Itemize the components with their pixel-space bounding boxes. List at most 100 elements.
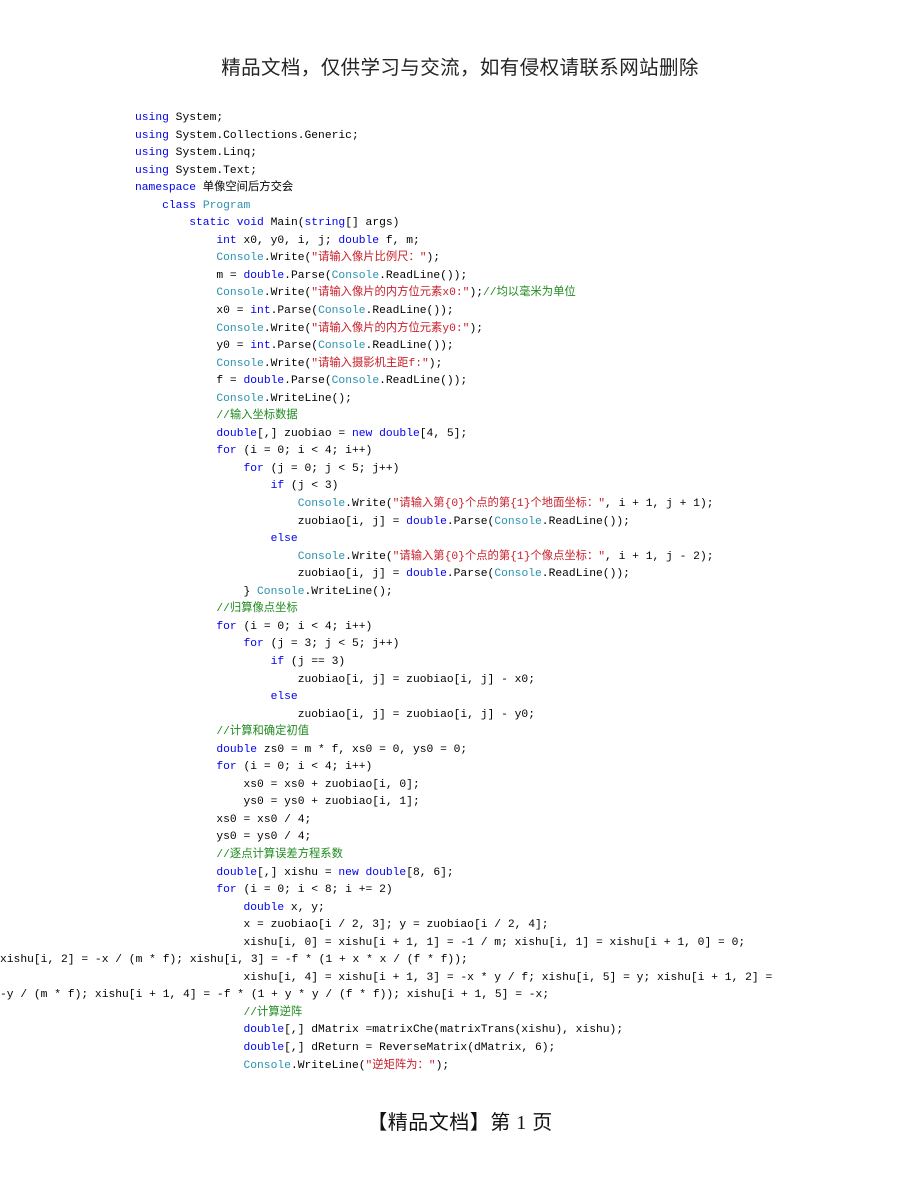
code-token-txt: .WriteLine(	[290, 1059, 366, 1072]
code-token-kw: double	[406, 568, 447, 581]
code-token-txt: .Write(	[263, 357, 312, 370]
code-line: for (i = 0; i < 4; i++)	[0, 759, 920, 777]
code-token-kw: double	[243, 1024, 285, 1037]
code-token-str: "请输入像片的内方位元素y0:"	[311, 322, 470, 335]
code-token-txt: .Parse(	[284, 375, 332, 388]
code-line: ys0 = ys0 + zuobiao[i, 1];	[0, 794, 920, 812]
code-token-kw: class	[162, 199, 197, 212]
code-token-txt: (j = 3; j < 5; j++)	[263, 638, 400, 651]
code-line: double[,] zuobiao = new double[4, 5];	[0, 426, 920, 444]
code-line: using System.Collections.Generic;	[0, 128, 920, 146]
code-token-txt: .Parse(	[284, 269, 332, 282]
code-line: //计算逆阵	[0, 1005, 920, 1023]
code-token-txt: System.Text;	[168, 164, 258, 177]
code-line: class Program	[0, 198, 920, 216]
code-token-type: Console	[216, 287, 264, 300]
code-token-txt: , i + 1, j - 2);	[605, 550, 714, 563]
code-token-cmt: //归算像点坐标	[216, 603, 298, 616]
code-line: Console.Write("请输入像片的内方位元素x0:");//均以毫米为单…	[0, 285, 920, 303]
code-token-kw: void	[236, 217, 264, 230]
code-token-txt: [,] dMatrix =matrixChe(matrixTrans(xishu…	[284, 1024, 624, 1037]
code-line: //输入坐标数据	[0, 408, 920, 426]
code-token-type: Console	[243, 1059, 291, 1072]
code-line: using System;	[0, 110, 920, 128]
code-token-txt: zuobiao[i, j] =	[297, 515, 407, 528]
code-token-txt: System.Linq;	[168, 147, 258, 160]
code-token-txt: .ReadLine());	[541, 568, 630, 581]
code-token-txt: y0 =	[216, 340, 251, 353]
code-token-kw: else	[270, 691, 298, 704]
code-token-txt: xishu[i, 0] = xishu[i + 1, 1] = -1 / m; …	[243, 936, 746, 949]
code-token-txt: xishu[i, 4] = xishu[i + 1, 3] = -x * y /…	[243, 971, 773, 984]
code-token-txt: x, y;	[284, 901, 325, 914]
code-token-txt: .Parse(	[270, 340, 319, 353]
code-token-txt: [] args)	[345, 217, 400, 230]
code-token-txt: xs0 = xs0 + zuobiao[i, 0];	[243, 778, 420, 791]
code-token-txt: (j < 3)	[284, 480, 339, 493]
code-line: int x0, y0, i, j; double f, m;	[0, 233, 920, 251]
code-line: using System.Linq;	[0, 145, 920, 163]
code-token-txt: zs0 = m * f, xs0 = 0, ys0 = 0;	[257, 743, 468, 756]
document-page: 精品文档，仅供学习与交流，如有侵权请联系网站删除 using System; us…	[0, 0, 920, 1191]
code-line: if (j == 3)	[0, 654, 920, 672]
code-token-txt: xs0 = xs0 / 4;	[216, 813, 312, 826]
page-footer: 【精品文档】第 1 页	[367, 1112, 553, 1134]
code-token-kw: for	[243, 462, 264, 475]
code-listing: using System; using System.Collections.Ge…	[0, 110, 920, 1075]
code-token-type: Console	[318, 305, 366, 318]
code-token-txt: zuobiao[i, j] = zuobiao[i, j] - x0;	[297, 673, 535, 686]
code-line: for (i = 0; i < 4; i++)	[0, 443, 920, 461]
code-token-kw: using	[135, 112, 169, 124]
code-token-txt: x0, y0, i, j;	[236, 234, 339, 247]
code-line: xishu[i, 0] = xishu[i + 1, 1] = -1 / m; …	[0, 935, 920, 953]
code-token-txt: (j = 0; j < 5; j++)	[263, 462, 400, 475]
code-line: zuobiao[i, j] = double.Parse(Console.Rea…	[0, 514, 920, 532]
code-token-txt: .ReadLine());	[379, 269, 468, 282]
code-line: Console.Write("请输入第{0}个点的第{1}个像点坐标：", i …	[0, 549, 920, 567]
code-line: double[,] xishu = new double[8, 6];	[0, 865, 920, 883]
code-line: //归算像点坐标	[0, 601, 920, 619]
code-token-txt: .Write(	[263, 287, 312, 300]
code-line: if (j < 3)	[0, 478, 920, 496]
code-line: x = zuobiao[i / 2, 3]; y = zuobiao[i / 2…	[0, 917, 920, 935]
code-line: for (i = 0; i < 4; i++)	[0, 619, 920, 637]
code-token-txt: .WriteLine();	[304, 585, 393, 598]
code-line: namespace 单像空间后方交会	[0, 180, 920, 198]
code-token-kw: namespace	[135, 182, 197, 195]
code-token-type: Console	[494, 568, 542, 581]
code-line: for (j = 0; j < 5; j++)	[0, 461, 920, 479]
code-token-kw: double	[365, 866, 407, 879]
code-token-txt: xishu[i, 2] = -x / (m * f); xishu[i, 3] …	[0, 954, 468, 967]
code-token-kw: if	[270, 480, 285, 493]
code-token-type: Console	[331, 269, 380, 282]
code-token-kw: string	[304, 217, 346, 230]
code-line: zuobiao[i, j] = zuobiao[i, j] - x0;	[0, 672, 920, 690]
code-line: m = double.Parse(Console.ReadLine());	[0, 268, 920, 286]
code-line: //逐点计算误差方程系数	[0, 847, 920, 865]
code-token-kw: double	[406, 515, 447, 528]
